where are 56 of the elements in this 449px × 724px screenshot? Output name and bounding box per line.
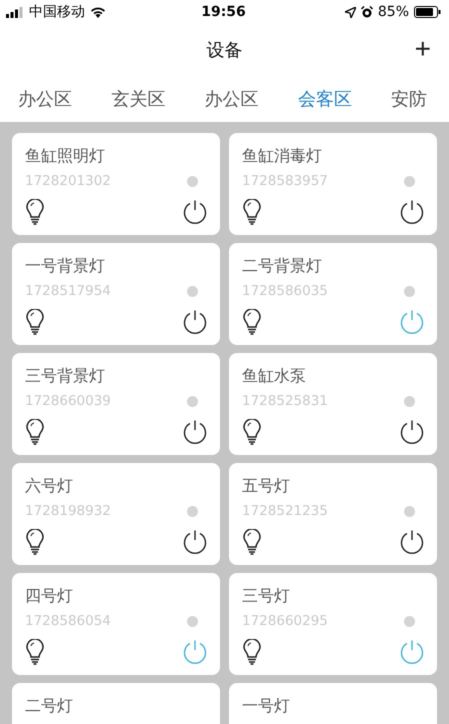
device-name: 一号灯 bbox=[242, 696, 291, 717]
device-card[interactable]: 二号灯 bbox=[12, 683, 220, 724]
light-bulb-icon bbox=[25, 419, 45, 445]
status-dot bbox=[404, 176, 415, 186]
light-bulb-icon bbox=[242, 309, 262, 335]
device-name: 四号灯 bbox=[25, 586, 74, 607]
page-title: 设备 bbox=[206, 39, 242, 62]
device-name: 五号灯 bbox=[242, 476, 291, 497]
device-name: 二号灯 bbox=[25, 696, 74, 717]
status-dot bbox=[404, 616, 415, 626]
light-bulb-icon bbox=[25, 199, 45, 225]
status-dot bbox=[187, 616, 198, 626]
light-bulb-icon bbox=[25, 309, 45, 335]
status-dot bbox=[404, 506, 415, 516]
device-name: 三号背景灯 bbox=[25, 366, 106, 387]
device-name: 鱼缸消毒灯 bbox=[242, 146, 323, 167]
battery-icon bbox=[414, 6, 442, 18]
device-name: 鱼缸水泵 bbox=[242, 366, 307, 387]
wifi-icon bbox=[90, 6, 106, 18]
light-bulb-icon bbox=[242, 529, 262, 555]
power-button[interactable] bbox=[399, 419, 425, 445]
power-button[interactable] bbox=[182, 199, 208, 225]
battery-percent: 85% bbox=[378, 4, 410, 20]
tab[interactable]: 会客区 bbox=[298, 83, 352, 115]
power-button[interactable] bbox=[182, 419, 208, 445]
status-dot bbox=[187, 286, 198, 296]
light-bulb-icon bbox=[25, 529, 45, 555]
device-name: 鱼缸照明灯 bbox=[25, 146, 106, 167]
clock-time: 19:56 bbox=[201, 4, 246, 20]
status-dot bbox=[187, 396, 198, 406]
status-dot bbox=[187, 176, 198, 186]
device-name: 一号背景灯 bbox=[25, 256, 106, 277]
light-bulb-icon bbox=[242, 639, 262, 665]
signal-icon bbox=[6, 6, 24, 18]
power-button[interactable] bbox=[399, 529, 425, 555]
device-name: 三号灯 bbox=[242, 586, 291, 607]
light-bulb-icon bbox=[242, 419, 262, 445]
status-dot bbox=[404, 286, 415, 296]
device-card[interactable]: 一号灯 bbox=[229, 683, 437, 724]
status-dot bbox=[404, 396, 415, 406]
tab[interactable]: 安防 bbox=[391, 83, 427, 115]
tab[interactable]: 玄关区 bbox=[111, 83, 166, 115]
power-button[interactable] bbox=[399, 199, 425, 225]
add-button[interactable]: + bbox=[414, 34, 431, 64]
tab[interactable]: 办公区 bbox=[18, 83, 72, 115]
carrier-name: 中国移动 bbox=[29, 3, 85, 21]
light-bulb-icon bbox=[242, 199, 262, 225]
device-name: 六号灯 bbox=[25, 476, 74, 497]
location-arrow-icon bbox=[344, 6, 356, 18]
power-button[interactable] bbox=[182, 309, 208, 335]
alarm-clock-icon bbox=[360, 6, 373, 18]
power-button[interactable] bbox=[182, 529, 208, 555]
light-bulb-icon bbox=[25, 639, 45, 665]
tab[interactable]: 办公区 bbox=[204, 83, 258, 115]
status-dot bbox=[187, 506, 198, 516]
device-name: 二号背景灯 bbox=[242, 256, 323, 277]
